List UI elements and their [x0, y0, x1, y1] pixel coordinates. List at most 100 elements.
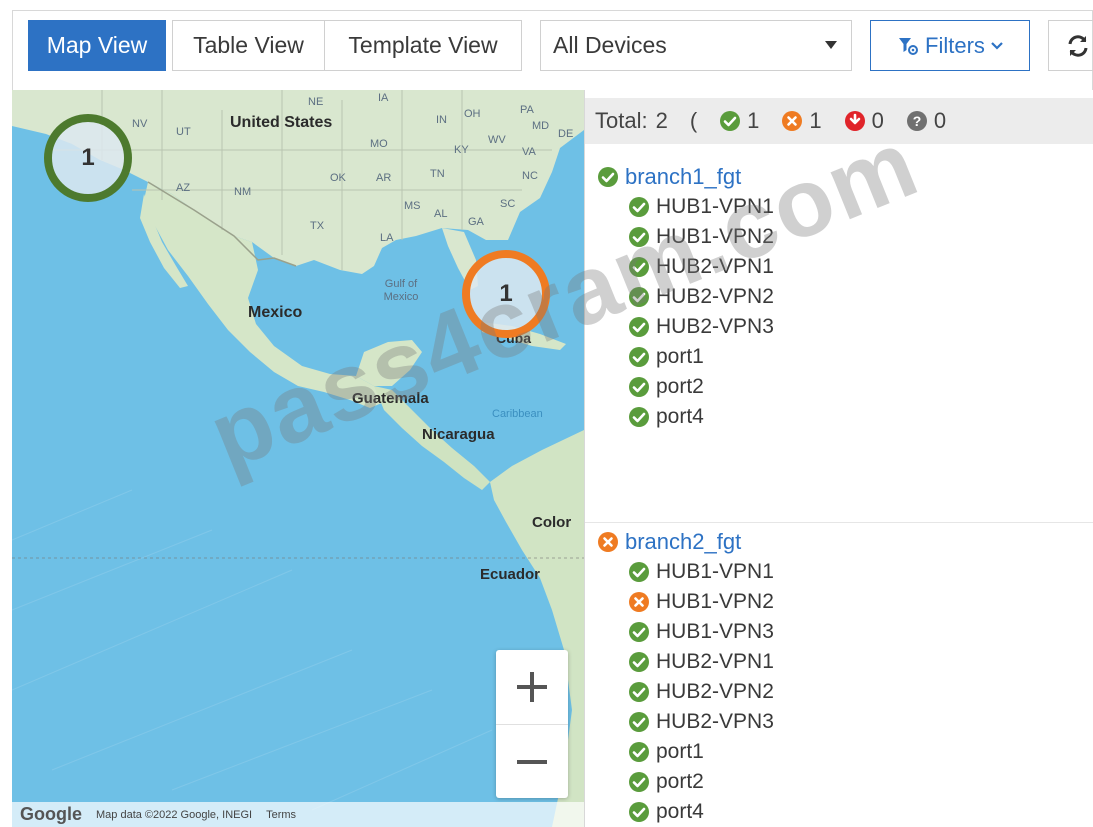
device-name-link[interactable]: branch2_fgt — [585, 527, 1093, 557]
interface-row[interactable]: HUB1-VPN1 — [585, 192, 1093, 222]
status-up-icon — [628, 406, 650, 428]
interface-row[interactable]: port2 — [585, 767, 1093, 797]
interface-row[interactable]: HUB1-VPN2 — [585, 587, 1093, 617]
status-up-icon — [628, 256, 650, 278]
summary-down[interactable]: 0 — [844, 108, 884, 134]
interface-name: port4 — [656, 405, 704, 428]
interface-name: HUB1-VPN1 — [656, 560, 774, 583]
interface-row[interactable]: HUB2-VPN2 — [585, 282, 1093, 312]
filter-icon — [899, 37, 919, 55]
zoom-out-button[interactable] — [496, 724, 568, 798]
tab-table-view[interactable]: Table View — [172, 20, 324, 71]
summary-unknown-count: 0 — [933, 108, 947, 133]
status-warning-icon — [628, 591, 650, 613]
interface-name: port2 — [656, 375, 704, 398]
summary-up-count: 1 — [747, 108, 760, 133]
interface-row[interactable]: port4 — [585, 402, 1093, 432]
interface-row[interactable]: port2 — [585, 372, 1093, 402]
summary-up[interactable]: 1 — [719, 108, 759, 134]
status-up-icon — [628, 376, 650, 398]
zoom-control — [496, 650, 568, 798]
interface-row[interactable]: HUB2-VPN3 — [585, 312, 1093, 342]
map-attribution: Google Map data ©2022 Google, INEGI Term… — [12, 802, 584, 827]
status-up-icon — [628, 771, 650, 793]
google-logo: Google — [20, 804, 82, 824]
map-state-ne: NE — [308, 96, 324, 108]
interface-name: HUB1-VPN1 — [656, 195, 774, 218]
map-state-wv: WV — [488, 134, 506, 146]
map-canvas[interactable]: United States Mexico Gulf of Mexico Cuba… — [12, 90, 584, 827]
tab-map-view[interactable]: Map View — [28, 20, 166, 71]
status-up-icon — [628, 711, 650, 733]
total-count: 2 — [655, 108, 668, 133]
map-state-nc: NC — [522, 170, 538, 182]
summary-unknown[interactable]: ? 0 — [906, 108, 946, 134]
map-state-ms: MS — [404, 200, 421, 212]
map-state-ut: UT — [176, 126, 191, 138]
interface-row[interactable]: port1 — [585, 737, 1093, 767]
status-up-icon — [628, 741, 650, 763]
map-label-ecuador: Ecuador — [480, 566, 541, 583]
interface-name: HUB2-VPN2 — [656, 285, 774, 308]
summary-open-paren: ( — [689, 108, 698, 133]
zoom-in-button[interactable] — [496, 650, 568, 724]
map-label-caribbean: Caribbean — [492, 408, 543, 420]
interface-name: port1 — [656, 740, 704, 763]
interface-name: HUB2-VPN3 — [656, 315, 774, 338]
map-state-az: AZ — [176, 182, 191, 194]
summary-warning[interactable]: 1 — [781, 108, 822, 134]
status-up-icon — [628, 801, 650, 823]
caret-down-icon — [825, 41, 837, 49]
map-state-sc: SC — [500, 198, 516, 210]
plus-icon — [517, 672, 547, 702]
map-terms-link[interactable]: Terms — [266, 809, 296, 821]
interface-row[interactable]: port4 — [585, 797, 1093, 827]
map-state-la: LA — [380, 232, 394, 244]
status-up-icon — [628, 621, 650, 643]
interface-row[interactable]: HUB1-VPN2 — [585, 222, 1093, 252]
map-cluster-warning[interactable]: 1 — [462, 250, 550, 338]
refresh-button[interactable] — [1048, 20, 1093, 71]
status-up-icon — [719, 110, 741, 132]
status-up-icon — [628, 286, 650, 308]
tab-template-view[interactable]: Template View — [324, 20, 522, 71]
status-up-icon — [628, 651, 650, 673]
map-label-colombia: Color — [532, 514, 572, 531]
status-up-icon — [628, 316, 650, 338]
map-state-tn: TN — [430, 168, 445, 180]
device-name-link[interactable]: branch1_fgt — [585, 162, 1093, 192]
interface-row[interactable]: HUB1-VPN1 — [585, 557, 1093, 587]
map-state-va: VA — [522, 146, 536, 158]
interface-name: port4 — [656, 800, 704, 823]
status-up-icon — [597, 166, 619, 188]
interface-name: HUB1-VPN2 — [656, 590, 774, 613]
interface-row[interactable]: HUB2-VPN3 — [585, 707, 1093, 737]
map-state-ia: IA — [378, 92, 389, 104]
map-cluster-up[interactable]: 1 — [44, 114, 132, 202]
summary-warning-count: 1 — [809, 108, 822, 133]
map-state-al: AL — [434, 208, 448, 220]
svg-text:?: ? — [913, 113, 922, 129]
device-branch2: branch2_fgt HUB1-VPN1 HUB1-VPN2 HUB1-VPN3 HU… — [585, 522, 1093, 827]
device-select[interactable]: All Devices — [540, 20, 852, 71]
interface-name: port1 — [656, 345, 704, 368]
interface-row[interactable]: port1 — [585, 342, 1093, 372]
minus-icon — [517, 759, 547, 764]
map-state-nv: NV — [132, 118, 148, 130]
device-name: branch1_fgt — [625, 164, 742, 189]
map-state-in: IN — [436, 114, 447, 126]
interface-row[interactable]: HUB2-VPN1 — [585, 647, 1093, 677]
map-state-ga: GA — [468, 216, 484, 228]
interface-row[interactable]: HUB2-VPN1 — [585, 252, 1093, 282]
filters-label: Filters — [925, 32, 985, 58]
status-up-icon — [628, 681, 650, 703]
status-up-icon — [628, 346, 650, 368]
map-label-united-states: United States — [230, 114, 333, 131]
interface-row[interactable]: HUB2-VPN2 — [585, 677, 1093, 707]
refresh-icon — [1068, 34, 1088, 57]
map-state-mo: MO — [370, 138, 388, 150]
filters-button[interactable]: Filters — [870, 20, 1030, 71]
interface-name: HUB2-VPN3 — [656, 710, 774, 733]
interface-row[interactable]: HUB1-VPN3 — [585, 617, 1093, 647]
toolbar: Map View Table View Template View All De… — [12, 10, 1093, 90]
